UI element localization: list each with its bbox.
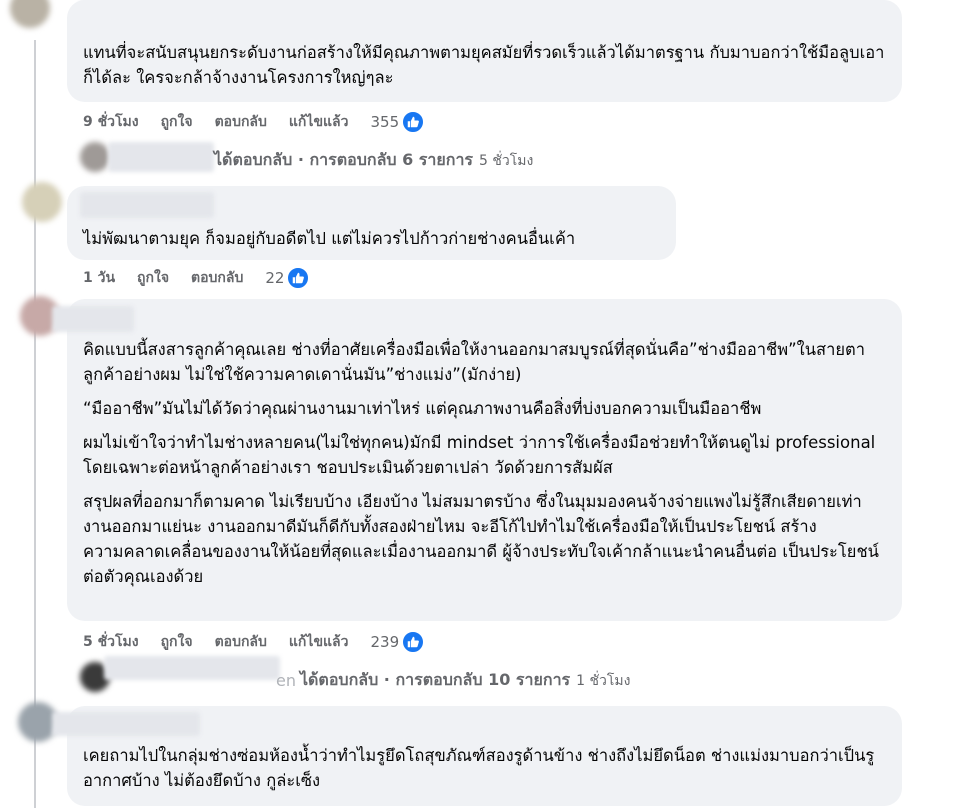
view-replies-link[interactable]: en ได้ตอบกลับ · การตอบกลับ 10 รายการ 1 ช… xyxy=(276,668,630,693)
reaction-count[interactable]: 355 xyxy=(370,110,447,134)
replies-time: 5 ชั่วโมง xyxy=(479,152,534,169)
comment-bubble: แทนที่จะสนับสนุนยกระดับงานก่อสร้างให้มีค… xyxy=(67,0,902,102)
avatar[interactable] xyxy=(10,0,50,28)
author-name-redacted[interactable] xyxy=(108,142,214,172)
reaction-count[interactable]: 239 xyxy=(370,630,447,654)
avatar[interactable] xyxy=(80,142,110,172)
author-name-redacted[interactable] xyxy=(52,306,134,332)
thread-line xyxy=(34,40,36,808)
comment-text: เคยถามไปในกลุ่มช่างซ่อมห้องน้ำว่าทำไมรูย… xyxy=(83,746,875,790)
comment-bubble: คิดแบบนี้สงสารลูกค้าคุณเลย ช่างที่อาศัยเ… xyxy=(67,299,902,621)
avatar[interactable] xyxy=(22,182,62,222)
like-icon xyxy=(286,266,311,290)
reaction-number: 355 xyxy=(370,113,400,131)
reaction-number: 22 xyxy=(265,269,285,287)
view-replies-link[interactable]: ได้ตอบกลับ · การตอบกลับ 6 รายการ 5 ชั่วโ… xyxy=(214,148,533,173)
like-button[interactable]: ถูกใจ xyxy=(137,267,169,289)
like-button[interactable]: ถูกใจ xyxy=(161,631,193,653)
author-name-redacted[interactable] xyxy=(52,712,200,736)
comment-paragraph: คิดแบบนี้สงสารลูกค้าคุณเลย ช่างที่อาศัยเ… xyxy=(83,340,866,384)
comment-paragraph: สรุปผลที่ออกมาก็ตามคาด ไม่เรียบบ้าง เอีย… xyxy=(83,492,879,586)
replies-time: 1 ชั่วโมง xyxy=(576,672,631,689)
replies-label: ได้ตอบกลับ · การตอบกลับ 6 รายการ xyxy=(214,150,474,169)
edited-label[interactable]: แก้ไขแล้ว xyxy=(289,631,349,653)
like-button[interactable]: ถูกใจ xyxy=(161,111,193,133)
reaction-number: 239 xyxy=(370,633,400,651)
edited-label[interactable]: แก้ไขแล้ว xyxy=(289,111,349,133)
comment-paragraph: ผมไม่เข้าใจว่าทำไมช่างหลายคน(ไม่ใช่ทุกคน… xyxy=(83,433,876,477)
reply-button[interactable]: ตอบกลับ xyxy=(215,631,267,653)
like-icon xyxy=(401,630,426,654)
comment-actions: 9 ชั่วโมง ถูกใจ ตอบกลับ แก้ไขแล้ว 355 xyxy=(83,110,447,134)
comment-time[interactable]: 9 ชั่วโมง xyxy=(83,111,139,133)
comment-time[interactable]: 1 วัน xyxy=(83,267,115,289)
like-icon xyxy=(401,110,426,134)
reply-button[interactable]: ตอบกลับ xyxy=(215,111,267,133)
reply-button[interactable]: ตอบกลับ xyxy=(191,267,243,289)
replies-label: ได้ตอบกลับ · การตอบกลับ 10 รายการ xyxy=(299,670,571,689)
comment-text: ไม่พัฒนาตามยุค ก็จมอยู่กับอดีตไป แต่ไม่ค… xyxy=(83,229,576,248)
replies-author-fragment: en xyxy=(276,671,296,690)
author-name-redacted[interactable] xyxy=(80,192,214,218)
comment-actions: 5 ชั่วโมง ถูกใจ ตอบกลับ แก้ไขแล้ว 239 xyxy=(83,630,447,654)
comment-actions: 1 วัน ถูกใจ ตอบกลับ 22 xyxy=(83,266,332,290)
comment-paragraph: “มืออาชีพ”มันไม่ได้วัดว่าคุณผ่านงานมาเท่… xyxy=(83,399,762,418)
reaction-count[interactable]: 22 xyxy=(265,266,332,290)
author-name-redacted[interactable] xyxy=(104,656,280,680)
comment-time[interactable]: 5 ชั่วโมง xyxy=(83,631,139,653)
comment-text: แทนที่จะสนับสนุนยกระดับงานก่อสร้างให้มีค… xyxy=(83,43,885,87)
